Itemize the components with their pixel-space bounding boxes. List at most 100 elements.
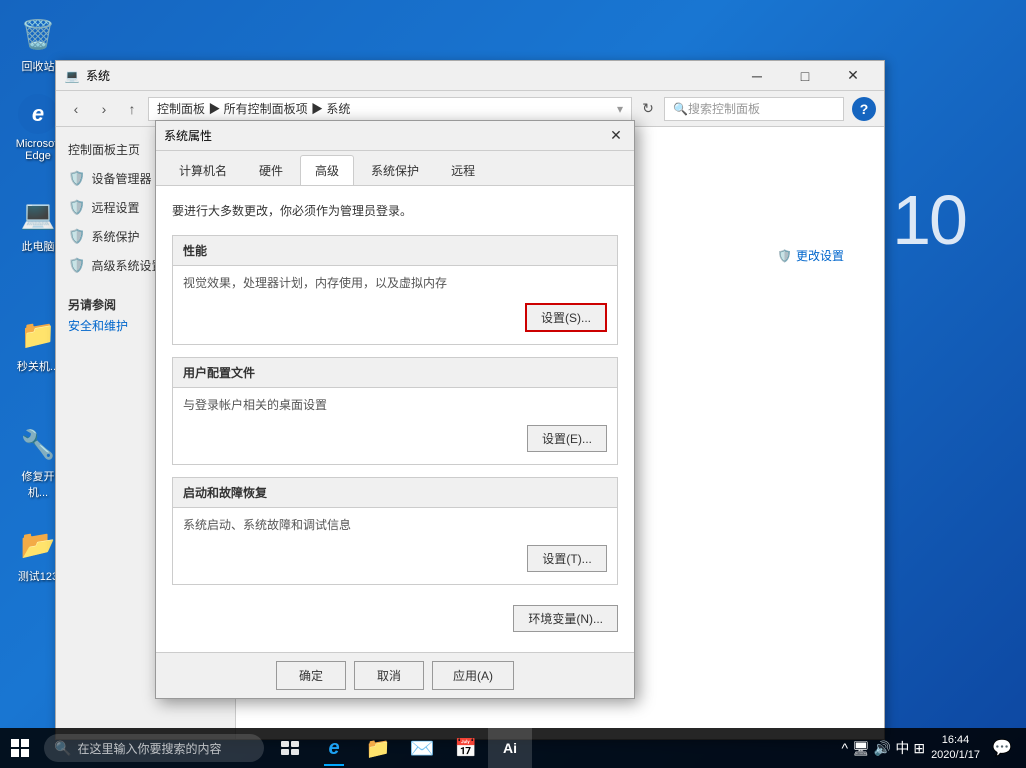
user-profiles-settings-button[interactable]: 设置(E)... xyxy=(527,425,607,452)
folder-icon: 📁 xyxy=(18,314,58,354)
user-profiles-btn-row: 设置(E)... xyxy=(183,421,607,456)
performance-section-desc: 视觉效果，处理器计划，内存使用，以及虚拟内存 xyxy=(183,274,607,291)
system-protection-label: 系统保护 xyxy=(91,228,139,245)
change-settings-text: 更改设置 xyxy=(796,247,844,264)
desktop: 🗑️ 回收站 e Microsoft Edge 💻 此电脑 📁 秒关机... 🔧… xyxy=(0,0,1026,768)
env-variables-button[interactable]: 环境变量(N)... xyxy=(513,605,618,632)
tray-network[interactable]: 🖥 xyxy=(852,740,870,757)
cancel-button[interactable]: 取消 xyxy=(354,661,424,690)
folder-label: 秒关机... xyxy=(17,358,59,374)
recycle-bin-icon: 🗑️ xyxy=(18,14,58,54)
user-profiles-section-body: 与登录帐户相关的桌面设置 设置(E)... xyxy=(173,388,617,464)
clock-time: 16:44 xyxy=(931,733,980,748)
performance-settings-button[interactable]: 设置(S)... xyxy=(525,303,607,332)
device-manager-label: 设备管理器 xyxy=(91,170,151,187)
tab-hardware[interactable]: 硬件 xyxy=(244,155,298,185)
search-icon: 🔍 xyxy=(673,102,688,116)
forward-button[interactable]: › xyxy=(92,97,116,121)
shield-icon-protection: 🛡️ xyxy=(68,228,85,245)
startup-recovery-section: 启动和故障恢复 系统启动、系统故障和调试信息 设置(T)... xyxy=(172,477,618,585)
search-placeholder-text: 搜索控制面板 xyxy=(688,100,760,117)
taskbar-pinned: e 📁 ✉️ 📅 Ai xyxy=(312,728,532,768)
performance-section: 性能 视觉效果，处理器计划，内存使用，以及虚拟内存 设置(S)... xyxy=(172,235,618,345)
clock[interactable]: 16:44 2020/1/17 xyxy=(931,733,980,764)
user-profiles-section-desc: 与登录帐户相关的桌面设置 xyxy=(183,396,607,413)
tray-volume[interactable]: 🔊 xyxy=(874,740,891,757)
shield-icon-advanced: 🛡️ xyxy=(68,257,85,274)
shield-icon-change: 🛡️ xyxy=(777,249,792,263)
fix-icon: 🔧 xyxy=(18,424,58,464)
home-label: 控制面板主页 xyxy=(68,141,140,158)
help-button[interactable]: ? xyxy=(852,97,876,121)
tab-computer-name[interactable]: 计算机名 xyxy=(164,155,242,185)
recycle-bin-label: 回收站 xyxy=(22,58,55,74)
taskbar-pin-outlook[interactable]: 📅 xyxy=(444,728,488,768)
address-path[interactable]: 控制面板 ▶ 所有控制面板项 ▶ 系统 ▾ xyxy=(148,97,632,121)
dialog-close-button[interactable]: ✕ xyxy=(606,126,626,146)
shield-icon-device: 🛡️ xyxy=(68,170,85,187)
close-button[interactable]: ✕ xyxy=(830,61,876,91)
tab-remote[interactable]: 远程 xyxy=(436,155,490,185)
dialog-titlebar: 系统属性 ✕ xyxy=(156,121,634,151)
shield-icon-remote: 🛡️ xyxy=(68,199,85,216)
taskbar-search-placeholder: 在这里输入你要搜索的内容 xyxy=(77,740,221,757)
ok-button[interactable]: 确定 xyxy=(276,661,346,690)
start-button[interactable] xyxy=(0,728,40,768)
test-icon: 📂 xyxy=(18,524,58,564)
performance-section-body: 视觉效果，处理器计划，内存使用，以及虚拟内存 设置(S)... xyxy=(173,266,617,344)
notification-button[interactable]: 💬 xyxy=(986,732,1018,764)
startup-recovery-section-desc: 系统启动、系统故障和调试信息 xyxy=(183,516,607,533)
tab-advanced[interactable]: 高级 xyxy=(300,155,354,185)
system-properties-dialog: 系统属性 ✕ 计算机名 硬件 高级 系统保护 远程 要进行大多数更改，你必须作为… xyxy=(155,120,635,699)
startup-recovery-btn-row: 设置(T)... xyxy=(183,541,607,576)
startup-recovery-section-body: 系统启动、系统故障和调试信息 设置(T)... xyxy=(173,508,617,584)
env-btn-row: 环境变量(N)... xyxy=(172,597,618,636)
apply-button[interactable]: 应用(A) xyxy=(432,661,514,690)
test-label: 测试123 xyxy=(18,568,58,584)
system-window-icon: 💻 xyxy=(64,68,80,84)
taskbar-search-icon: 🔍 xyxy=(54,740,71,757)
address-text: 控制面板 ▶ 所有控制面板项 ▶ 系统 xyxy=(157,100,350,117)
computer-icon: 💻 xyxy=(18,194,58,234)
taskbar-pin-ai[interactable]: Ai xyxy=(488,728,532,768)
taskbar-search[interactable]: 🔍 在这里输入你要搜索的内容 xyxy=(44,734,264,762)
search-box[interactable]: 🔍 搜索控制面板 xyxy=(664,97,844,121)
system-window-title: 系统 xyxy=(86,67,110,84)
performance-btn-row: 设置(S)... xyxy=(183,299,607,336)
clock-date: 2020/1/17 xyxy=(931,748,980,763)
startup-recovery-settings-button[interactable]: 设置(T)... xyxy=(527,545,607,572)
tray-chevron[interactable]: ^ xyxy=(842,740,849,756)
dialog-footer: 确定 取消 应用(A) xyxy=(156,652,634,698)
performance-section-header: 性能 xyxy=(173,236,617,266)
refresh-button[interactable]: ↻ xyxy=(636,97,660,121)
change-settings-link[interactable]: 🛡️ 更改设置 xyxy=(777,247,844,264)
tab-system-protection[interactable]: 系统保护 xyxy=(356,155,434,185)
up-button[interactable]: ↑ xyxy=(120,97,144,121)
taskbar-pin-explorer[interactable]: 📁 xyxy=(356,728,400,768)
system-window-controls: ─ □ ✕ xyxy=(734,61,876,91)
tray-ime[interactable]: 中 xyxy=(895,738,909,758)
tray-keyboard[interactable]: ⊞ xyxy=(913,740,925,757)
user-profiles-section: 用户配置文件 与登录帐户相关的桌面设置 设置(E)... xyxy=(172,357,618,465)
edge-icon: e xyxy=(18,94,58,134)
dialog-body: 要进行大多数更改，你必须作为管理员登录。 性能 视觉效果，处理器计划，内存使用，… xyxy=(156,186,634,652)
back-button[interactable]: ‹ xyxy=(64,97,88,121)
maximize-button[interactable]: □ xyxy=(782,61,828,91)
tray-icons: ^ 🖥 🔊 中 ⊞ xyxy=(842,738,926,758)
taskbar-actions xyxy=(272,730,308,766)
taskbar-pin-mail[interactable]: ✉️ xyxy=(400,728,444,768)
advanced-settings-label: 高级系统设置 xyxy=(91,257,163,274)
dropdown-icon: ▾ xyxy=(617,102,623,116)
tabs-bar: 计算机名 硬件 高级 系统保护 远程 xyxy=(156,151,634,186)
user-profiles-section-header: 用户配置文件 xyxy=(173,358,617,388)
admin-notice: 要进行大多数更改，你必须作为管理员登录。 xyxy=(172,202,618,219)
computer-label: 此电脑 xyxy=(22,238,55,254)
taskbar: 🔍 在这里输入你要搜索的内容 e 📁 ✉️ 📅 Ai ^ 🖥 xyxy=(0,728,1026,768)
startup-recovery-section-header: 启动和故障恢复 xyxy=(173,478,617,508)
taskbar-pin-edge[interactable]: e xyxy=(312,728,356,768)
minimize-button[interactable]: ─ xyxy=(734,61,780,91)
task-view-button[interactable] xyxy=(272,730,308,766)
taskbar-right: ^ 🖥 🔊 中 ⊞ 16:44 2020/1/17 💬 xyxy=(834,732,1026,764)
dialog-title-text: 系统属性 xyxy=(164,127,606,144)
system-window-titlebar: 💻 系统 ─ □ ✕ xyxy=(56,61,884,91)
